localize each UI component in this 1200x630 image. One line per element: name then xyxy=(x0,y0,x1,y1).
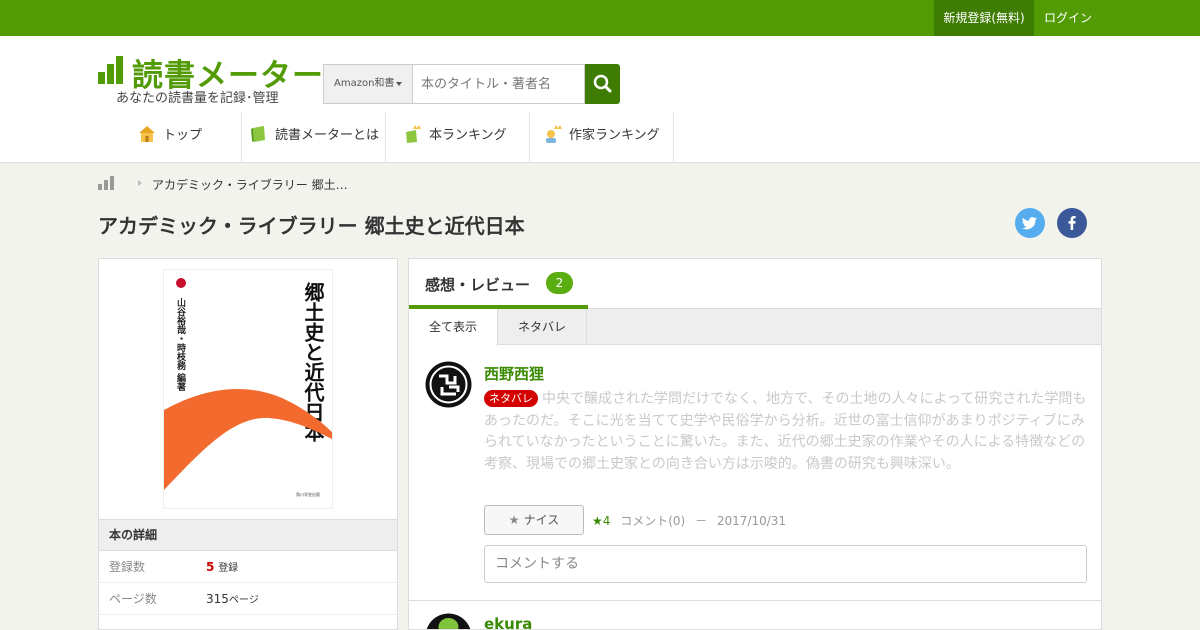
star-icon: ★ xyxy=(508,513,520,527)
facebook-share-button[interactable] xyxy=(1057,208,1087,238)
book-crown-icon xyxy=(406,124,421,143)
reviews-header: 感想・レビュー 2 xyxy=(409,259,1101,309)
tab-all[interactable]: 全て表示 xyxy=(409,309,498,346)
house-icon xyxy=(139,125,155,142)
search-button[interactable] xyxy=(585,64,620,104)
avatar[interactable] xyxy=(425,613,472,630)
comments-link[interactable]: コメント(0) xyxy=(620,514,685,528)
search-category-label: Amazon和書 xyxy=(334,78,395,89)
site-logo[interactable]: 読書メーター あなたの読書量を記録･管理 xyxy=(98,52,323,108)
review-meta: ★4 コメント(0) － 2017/10/31 xyxy=(592,512,786,529)
search-input[interactable] xyxy=(413,64,585,104)
tab-spoiler[interactable]: ネタバレ xyxy=(498,309,587,345)
caret-down-icon xyxy=(396,82,402,86)
reviews-card: 感想・レビュー 2 全て表示 ネタバレ 西野西狸 ネタバレ 中央で醸成された学問だ… xyxy=(408,258,1102,630)
review-divider xyxy=(409,600,1101,601)
breadcrumb-current: アカデミック・ライブラリー 郷土… xyxy=(152,178,348,192)
review-item: 西野西狸 ネタバレ 中央で醸成された学問だけでなく、地方で、その土地の人々によって… xyxy=(409,361,1101,601)
review-text-content: 中央で醸成された学問だけでなく、地方で、その土地の人々によって研究された学問もあ… xyxy=(484,391,1087,472)
nav-author-ranking[interactable]: 作家ランキング xyxy=(530,112,674,162)
nav-about-label: 読書メーターとは xyxy=(275,128,380,143)
register-link[interactable]: 新規登録(無料) xyxy=(934,0,1034,36)
review-tabs: 全て表示 ネタバレ xyxy=(409,309,1101,346)
facebook-icon xyxy=(1068,216,1076,230)
author-crown-icon xyxy=(546,124,562,143)
details-heading: 本の詳細 xyxy=(99,519,397,551)
search-form: Amazon和書 xyxy=(323,64,620,104)
detail-row-pages: ページ数 315ページ xyxy=(99,583,397,615)
home-bars-icon[interactable] xyxy=(98,176,116,190)
review-user-name[interactable]: ekura xyxy=(484,615,532,629)
nav-book-ranking[interactable]: 本ランキング xyxy=(386,112,530,162)
nav-author-ranking-label: 作家ランキング xyxy=(569,128,660,143)
comment-input[interactable] xyxy=(484,545,1087,583)
review-date[interactable]: 2017/10/31 xyxy=(717,514,786,528)
meta-separator: － xyxy=(695,514,708,528)
search-category-select[interactable]: Amazon和書 xyxy=(323,64,413,104)
nav-book-ranking-label: 本ランキング xyxy=(429,128,507,143)
nav-top-label: トップ xyxy=(163,128,203,143)
book-info-card: 郷土史と近代日本 山谷裕哉・時枝務 編著 角川学芸出版 本の詳細 登録数 5 登… xyxy=(98,258,398,630)
avatar[interactable] xyxy=(425,361,472,408)
review-item: ekura xyxy=(409,613,1101,630)
review-user-name[interactable]: 西野西狸 xyxy=(484,363,544,384)
search-icon xyxy=(593,74,612,93)
reviews-title: 感想・レビュー xyxy=(425,276,531,294)
nice-button[interactable]: ★ ナイス xyxy=(484,505,584,535)
cover-wave-graphic xyxy=(164,389,332,490)
book-icon xyxy=(251,125,265,142)
book-cover[interactable]: 郷土史と近代日本 山谷裕哉・時枝務 編著 角川学芸出版 xyxy=(163,269,333,509)
twitter-icon xyxy=(1021,217,1037,230)
logo-bars-icon xyxy=(98,56,126,84)
detail-key: 登録数 xyxy=(109,560,146,574)
detail-value: 315ページ xyxy=(206,592,259,606)
nav-top[interactable]: トップ xyxy=(98,112,242,162)
detail-key: ページ数 xyxy=(109,592,157,606)
cover-publisher: 角川学芸出版 xyxy=(296,492,320,497)
site-header: 読書メーター あなたの読書量を記録･管理 Amazon和書 トップ xyxy=(0,36,1200,163)
login-link[interactable]: ログイン xyxy=(1034,0,1102,36)
review-text[interactable]: ネタバレ 中央で醸成された学問だけでなく、地方で、その土地の人々によって研究された… xyxy=(484,389,1088,475)
chevron-right-icon xyxy=(138,180,142,186)
detail-row-registrations: 登録数 5 登録 xyxy=(99,551,397,583)
page-title: アカデミック・ライブラリー 郷土史と近代日本 xyxy=(98,214,525,238)
logo-tagline: あなたの読書量を記録･管理 xyxy=(116,91,279,106)
top-bar: 新規登録(無料) ログイン xyxy=(0,0,1200,36)
likes-count[interactable]: ★4 xyxy=(592,514,610,528)
spoiler-badge: ネタバレ xyxy=(484,390,538,407)
nice-label: ナイス xyxy=(523,513,560,527)
detail-value[interactable]: 5 登録 xyxy=(206,551,238,585)
twitter-share-button[interactable] xyxy=(1015,208,1045,238)
nav-about[interactable]: 読書メーターとは xyxy=(242,112,386,162)
reviews-count-badge: 2 xyxy=(546,272,573,294)
